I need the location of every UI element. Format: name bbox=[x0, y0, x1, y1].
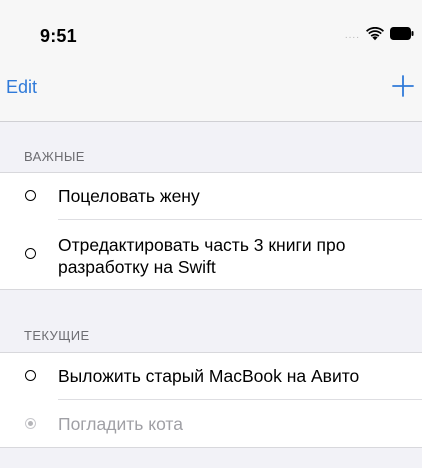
completed-circle-icon[interactable] bbox=[25, 418, 36, 429]
item-title: Выложить старый MacBook на Авито bbox=[58, 366, 360, 386]
add-button[interactable] bbox=[390, 73, 416, 99]
top-bar: 9:51 .... Edit bbox=[0, 0, 422, 122]
section-header-important: ВАЖНЫЕ bbox=[24, 149, 85, 164]
status-icons: .... bbox=[345, 26, 414, 41]
todo-screen: 9:51 .... Edit ВАЖНЫЕ Поцеловать жену От… bbox=[0, 0, 422, 468]
battery-icon bbox=[390, 27, 414, 40]
item-title: Погладить кота bbox=[58, 414, 183, 434]
item-title: Поцеловать жену bbox=[58, 186, 200, 206]
wifi-icon bbox=[366, 26, 384, 41]
incomplete-circle-icon[interactable] bbox=[25, 190, 36, 201]
section-header-current: ТЕКУЩИЕ bbox=[24, 328, 90, 343]
status-time: 9:51 bbox=[40, 26, 77, 46]
plus-icon bbox=[390, 75, 416, 102]
status-bar: 9:51 .... bbox=[0, 0, 422, 60]
list-item[interactable]: Отредактировать часть 3 книги про разраб… bbox=[0, 220, 422, 290]
section-list-current: Выложить старый MacBook на Авито Поглади… bbox=[0, 352, 422, 448]
navigation-bar: Edit bbox=[0, 60, 422, 118]
list-item[interactable]: Погладить кота bbox=[0, 400, 422, 447]
list-item[interactable]: Поцеловать жену bbox=[0, 173, 422, 219]
section-list-important: Поцеловать жену Отредактировать часть 3 … bbox=[0, 172, 422, 290]
list-item[interactable]: Выложить старый MacBook на Авито bbox=[0, 353, 422, 399]
item-title: Отредактировать часть 3 книги про разраб… bbox=[58, 235, 346, 277]
incomplete-circle-icon[interactable] bbox=[25, 370, 36, 381]
signal-icon: .... bbox=[344, 30, 360, 41]
incomplete-circle-icon[interactable] bbox=[25, 248, 36, 259]
nav-divider bbox=[0, 121, 422, 122]
edit-button[interactable]: Edit bbox=[6, 77, 37, 98]
